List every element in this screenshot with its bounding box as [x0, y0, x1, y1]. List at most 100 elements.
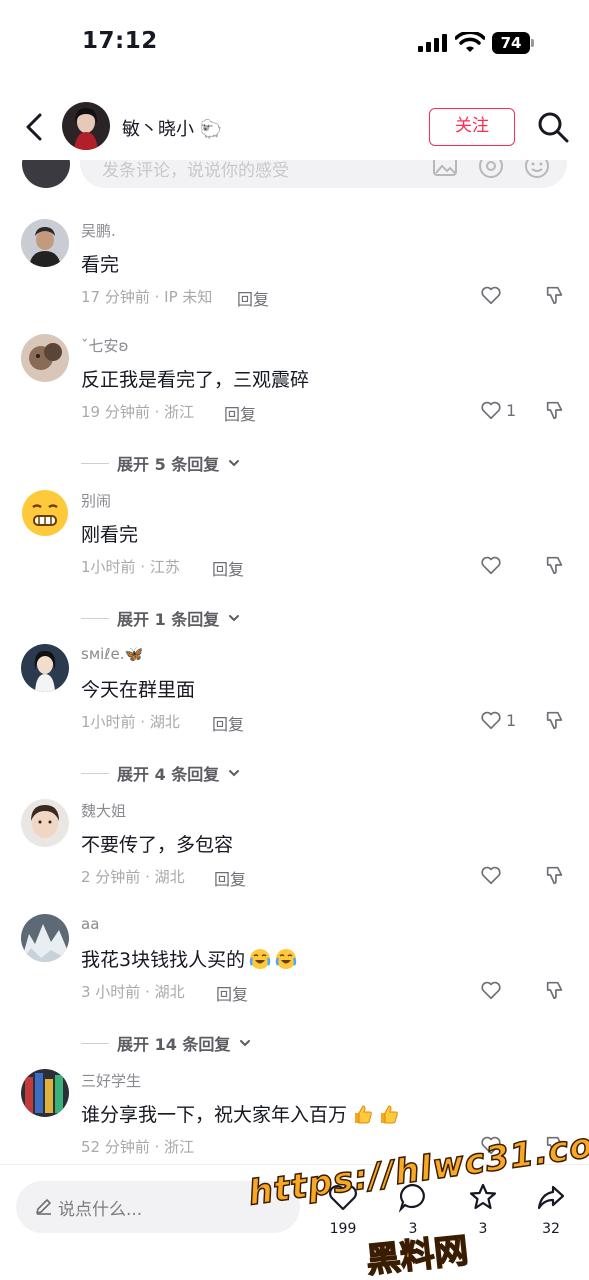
reply-button[interactable]: 回复 [224, 401, 256, 425]
comment-meta: 1小时前 · 江苏 [81, 558, 180, 576]
status-time: 17:12 [82, 28, 158, 54]
reply-button[interactable]: 回复 [212, 556, 244, 580]
expand-replies-label: 展开 4 条回复 [117, 765, 220, 784]
heart-icon [481, 286, 501, 305]
comment-meta: 52 分钟前 · 浙江 [81, 1138, 195, 1156]
comment-text: 我花3块钱找人买的 [81, 945, 297, 972]
dislike-icon[interactable] [544, 864, 566, 886]
crying-laughing-emoji-icon [275, 948, 297, 969]
like-count: 1 [506, 400, 517, 420]
dislike-icon[interactable] [544, 399, 566, 421]
heart-icon [481, 556, 501, 575]
commenter-name[interactable]: 吴鹏. [81, 220, 116, 241]
commenter-name[interactable]: 三好学生 [81, 1070, 141, 1091]
dislike-icon[interactable] [544, 554, 566, 576]
author-name[interactable]: 敏丶晓小 🐑 [122, 115, 222, 141]
heart-icon [329, 1185, 357, 1211]
mention-icon[interactable] [477, 160, 505, 180]
heart-icon [481, 711, 501, 730]
comment-composer-top: 发条评论，说说你的感受 [0, 160, 589, 196]
commenter-name[interactable]: sᴍiℓe.🦋 [81, 645, 143, 663]
expand-replies-button[interactable]: 展开 1 条回复 [81, 606, 241, 630]
expand-replies-button[interactable]: 展开 14 条回复 [81, 1031, 252, 1055]
comment-meta: 17 分钟前 · IP 未知 [81, 288, 213, 306]
battery-cap [531, 39, 534, 47]
comment-text-content: 今天在群里面 [81, 679, 196, 701]
profile-header: 敏丶晓小 🐑 关注 [0, 96, 589, 160]
composer-icons [431, 160, 551, 180]
top-comment-input[interactable]: 发条评论，说说你的感受 [80, 160, 567, 188]
reply-button[interactable]: 回复 [237, 286, 269, 310]
comment-text-content: 谁分享我一下，祝大家年入百万 [81, 1104, 348, 1126]
expand-replies-button[interactable]: 展开 4 条回复 [81, 761, 241, 785]
commenter-avatar[interactable] [21, 1069, 69, 1117]
commenter-avatar[interactable] [21, 799, 69, 847]
chevron-down-icon [229, 770, 240, 777]
like-count: 1 [506, 710, 517, 730]
back-icon[interactable] [20, 110, 50, 144]
like-button[interactable]: 1 [480, 709, 516, 731]
comment-text-content: 反正我是看完了，三观震碎 [81, 369, 310, 391]
dislike-icon[interactable] [544, 979, 566, 1001]
expand-replies-button[interactable]: 展开 5 条回复 [81, 451, 241, 475]
reply-button[interactable]: 回复 [214, 866, 246, 890]
share-action[interactable]: 32 [526, 1181, 576, 1237]
commenter-avatar[interactable] [21, 334, 69, 382]
commenter-avatar[interactable] [21, 219, 69, 267]
image-icon[interactable] [431, 160, 459, 180]
commenter-name[interactable]: 别闹 [81, 490, 111, 511]
commenter-avatar[interactable] [21, 489, 69, 537]
expand-divider [81, 617, 109, 619]
like-button[interactable] [480, 284, 506, 306]
comment-input[interactable]: 说点什么... [16, 1181, 300, 1233]
search-icon[interactable] [536, 110, 570, 144]
status-bar: 17:12 74 [0, 0, 589, 90]
comment-text: 反正我是看完了，三观震碎 [81, 365, 309, 392]
follow-button[interactable]: 关注 [429, 108, 515, 146]
dislike-icon[interactable] [544, 284, 566, 306]
comment-action[interactable]: 3 [388, 1181, 438, 1237]
reply-button[interactable]: 回复 [212, 711, 244, 735]
commenter-name[interactable]: ˇ七安ʚ [81, 335, 128, 356]
chevron-down-icon [229, 615, 240, 622]
like-button[interactable] [480, 979, 506, 1001]
dislike-icon[interactable] [544, 709, 566, 731]
like-button[interactable] [480, 864, 506, 886]
commenter-avatar[interactable] [21, 644, 69, 692]
commenter-name[interactable]: 魏大姐 [81, 800, 126, 821]
expand-divider [81, 772, 109, 774]
heart-icon [481, 1136, 501, 1155]
comment-text-content: 刚看完 [81, 524, 139, 546]
share-icon [537, 1185, 565, 1210]
comment-meta: 19 分钟前 · 浙江 [81, 403, 195, 421]
favorite-action[interactable]: 3 [458, 1181, 508, 1237]
like-button[interactable] [480, 1134, 506, 1156]
expand-replies-label: 展开 14 条回复 [117, 1035, 231, 1054]
comment-text: 谁分享我一下，祝大家年入百万 [81, 1100, 399, 1127]
comment-input-placeholder: 说点什么... [58, 1200, 143, 1220]
comment-meta: 1小时前 · 湖北 [81, 713, 180, 731]
crying-laughing-emoji-icon [249, 948, 271, 969]
commenter-avatar[interactable] [21, 914, 69, 962]
like-action[interactable]: 199 [318, 1181, 368, 1237]
thumbs-up-emoji-icon [381, 1104, 398, 1123]
author-avatar[interactable] [62, 102, 110, 150]
like-button[interactable]: 1 [480, 399, 516, 421]
expand-divider [81, 462, 109, 464]
wifi-icon [455, 32, 485, 52]
comment-text: 不要传了，多包容 [81, 830, 233, 857]
emoji-icon[interactable] [523, 160, 551, 180]
comment-bubble-icon [398, 1183, 425, 1213]
dislike-icon[interactable] [544, 1134, 566, 1156]
commenter-name[interactable]: aa [81, 915, 99, 933]
comment-text: 刚看完 [81, 520, 138, 547]
comment-action-count: 3 [408, 1221, 418, 1237]
like-button[interactable] [480, 554, 506, 576]
comment-text-content: 不要传了，多包容 [81, 834, 234, 856]
chevron-down-icon [229, 460, 240, 467]
thumbs-up-emoji-icon [355, 1104, 372, 1123]
battery-level: 74 [492, 32, 530, 54]
reply-button[interactable]: 回复 [216, 981, 248, 1005]
battery-indicator: 74 [492, 32, 534, 54]
chevron-down-icon [240, 1040, 251, 1047]
